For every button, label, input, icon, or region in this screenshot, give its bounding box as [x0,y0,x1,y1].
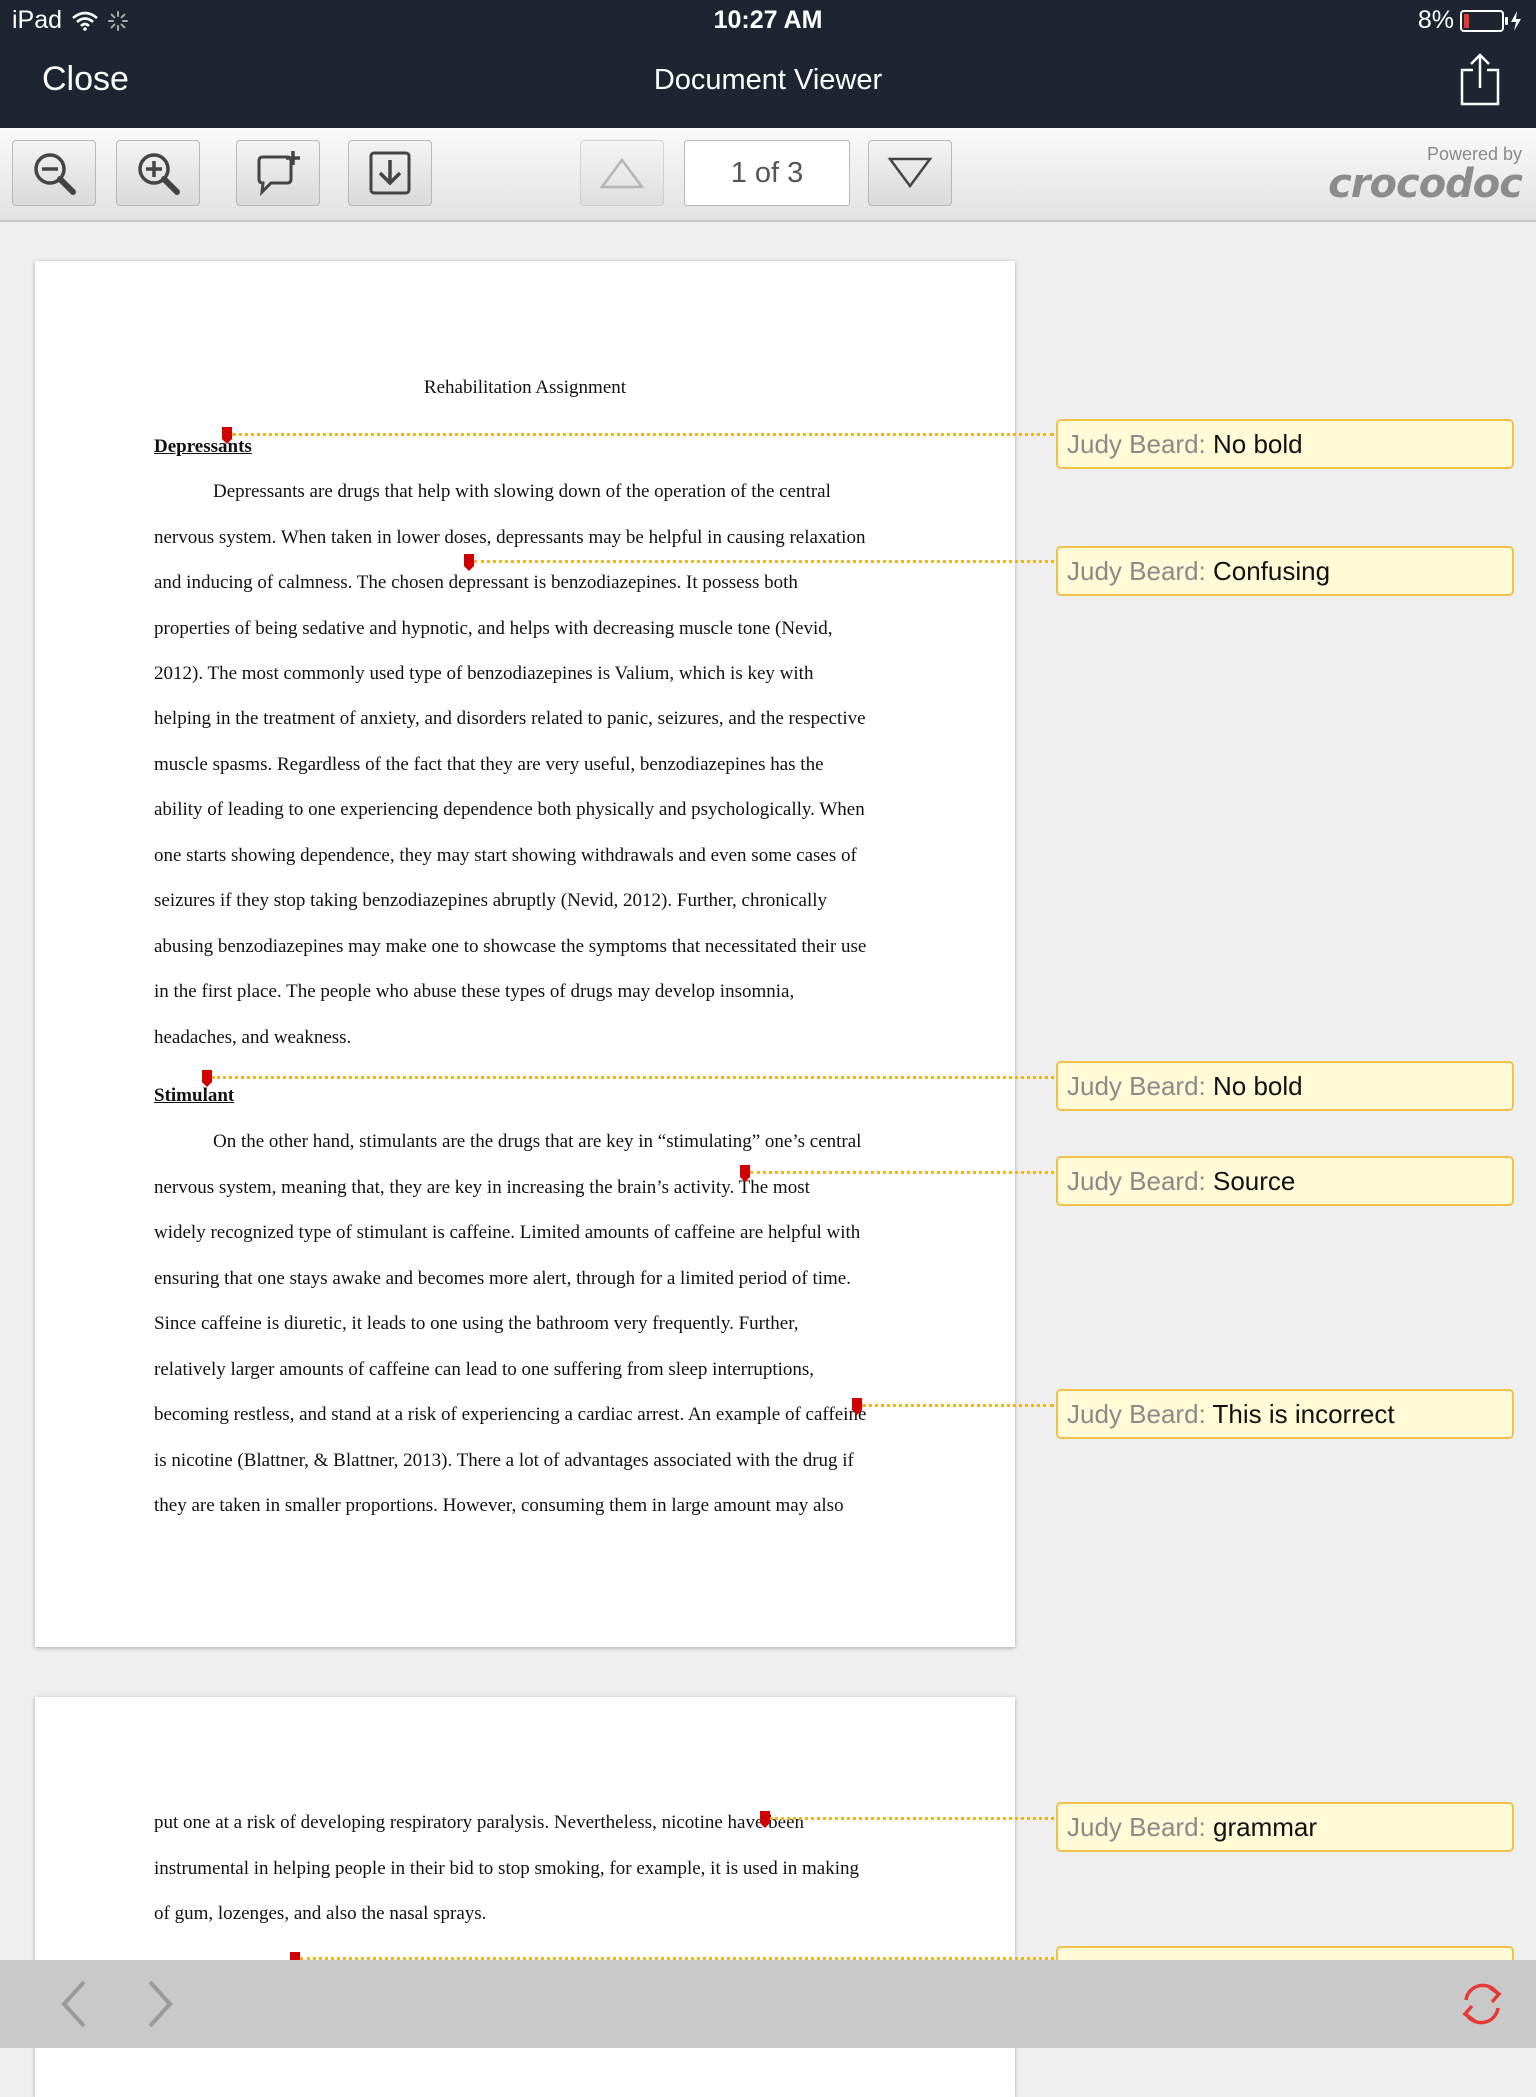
text-line: relatively larger amounts of caffeine ca… [154,1359,815,1380]
status-right: 8% [1418,6,1522,35]
comment-note[interactable]: Judy Beard: grammar [1056,1802,1514,1852]
previous-page-button[interactable] [580,140,664,206]
document-title: Rehabilitation Assignment [423,377,627,398]
annotation-marker[interactable] [222,427,232,444]
page-up-icon [599,157,645,189]
comment-text: Source [1212,1166,1296,1196]
comment-text: Confusing [1212,556,1331,586]
refresh-icon[interactable] [1456,1978,1508,2030]
comment-text: This is incorrect [1212,1399,1395,1429]
annotation-leader [212,1076,1054,1079]
page-indicator[interactable]: 1 of 3 [684,140,850,206]
text-line: of gum, lozenges, and also the nasal spr… [154,1903,487,1924]
section-heading-stimulant: Stimulant [154,1085,235,1106]
text-line: in the first place. The people who abuse… [154,981,795,1002]
text-line: nervous system. When taken in lower dose… [154,527,866,548]
zoom-in-button[interactable] [116,140,200,206]
annotation-leader [770,1817,1054,1820]
text-line: headaches, and weakness. [154,1027,352,1048]
annotation-leader [750,1171,1054,1174]
zoom-out-button[interactable] [12,140,96,206]
text-line: and inducing of calmness. The chosen dep… [154,572,798,593]
add-comment-button[interactable] [236,140,320,206]
comment-text: No bold [1212,429,1303,459]
text-line: widely recognized type of stimulant is c… [154,1222,861,1243]
powered-by-logo: Powered by crocodoc [1328,144,1523,207]
comment-author: Judy Beard: [1067,1812,1206,1842]
comment-author: Judy Beard: [1067,556,1206,586]
text-line: is nicotine (Blattner, & Blattner, 2013)… [154,1450,854,1471]
comment-note[interactable]: Judy Beard: No bold [1056,419,1514,469]
document-page-1: Rehabilitation Assignment Depressants De… [35,261,1015,1647]
text-line: becoming restless, and stand at a risk o… [154,1404,867,1425]
comment-note[interactable]: Judy Beard: This is incorrect [1056,1389,1514,1439]
text-line: ability of leading to one experiencing d… [154,799,865,820]
text-line: ensuring that one stays awake and become… [154,1268,851,1289]
text-line: put one at a risk of developing respirat… [154,1812,805,1833]
battery-percent: 8% [1417,6,1454,34]
text-line: seizures if they stop taking benzodiazep… [154,890,828,911]
download-icon [369,151,411,195]
annotation-marker[interactable] [202,1070,212,1087]
text-line: muscle spasms. Regardless of the fact th… [154,754,824,775]
text-line: instrumental in helping people in their … [154,1858,860,1879]
charging-icon [1511,10,1521,31]
text-line: nervous system, meaning that, they are k… [154,1177,810,1198]
zoom-in-icon [138,153,180,195]
next-page-button[interactable] [868,140,952,206]
download-button[interactable] [348,140,432,206]
share-icon[interactable] [1458,52,1502,108]
comment-text: grammar [1212,1812,1317,1842]
page-down-icon [887,157,933,189]
nav-title: Document Viewer [653,64,883,96]
forward-icon[interactable] [146,1978,176,2030]
back-icon[interactable] [58,1978,88,2030]
add-comment-icon [257,151,300,197]
comment-author: Judy Beard: [1067,1166,1206,1196]
toolbar: 1 of 3 [0,128,1536,222]
text-line: Since caffeine is diuretic, it leads to … [154,1313,799,1334]
text-line: they are taken in smaller proportions. H… [154,1495,844,1516]
text-line: abusing benzodiazepines may make one to … [154,936,867,957]
text-line: helping in the treatment of anxiety, and… [154,708,866,729]
text-line: one starts showing dependence, they may … [154,845,857,866]
comment-author: Judy Beard: [1067,1071,1206,1101]
bottom-bar [0,1960,1536,2048]
battery-icon [1460,9,1508,32]
comment-note[interactable]: Judy Beard: Confusing [1056,546,1514,596]
top-bar: iPad 10:27 AM 8% Close Document Viewer [0,0,1536,128]
text-line: Depressants are drugs that help with slo… [213,481,831,502]
zoom-out-icon [34,153,76,195]
comment-note[interactable]: Judy Beard: Source [1056,1156,1514,1206]
annotation-marker[interactable] [760,1811,770,1828]
comment-text: No bold [1212,1071,1303,1101]
annotation-leader [862,1404,1054,1407]
status-time: 10:27 AM [713,6,823,34]
annotation-marker[interactable] [852,1398,862,1415]
text-line: 2012). The most commonly used type of be… [154,663,814,684]
annotation-leader [232,433,1054,436]
annotation-marker[interactable] [740,1165,750,1182]
comment-author: Judy Beard: [1067,429,1206,459]
section-heading-depressants: Depressants [154,436,252,457]
comment-note[interactable]: Judy Beard: No bold [1056,1061,1514,1111]
text-line: properties of being sedative and hypnoti… [154,618,833,639]
comment-author: Judy Beard: [1067,1399,1206,1429]
text-line: On the other hand, stimulants are the dr… [213,1131,862,1152]
annotation-leader [474,560,1054,563]
brand-logo: crocodoc [1328,161,1523,207]
annotation-marker[interactable] [464,554,474,571]
